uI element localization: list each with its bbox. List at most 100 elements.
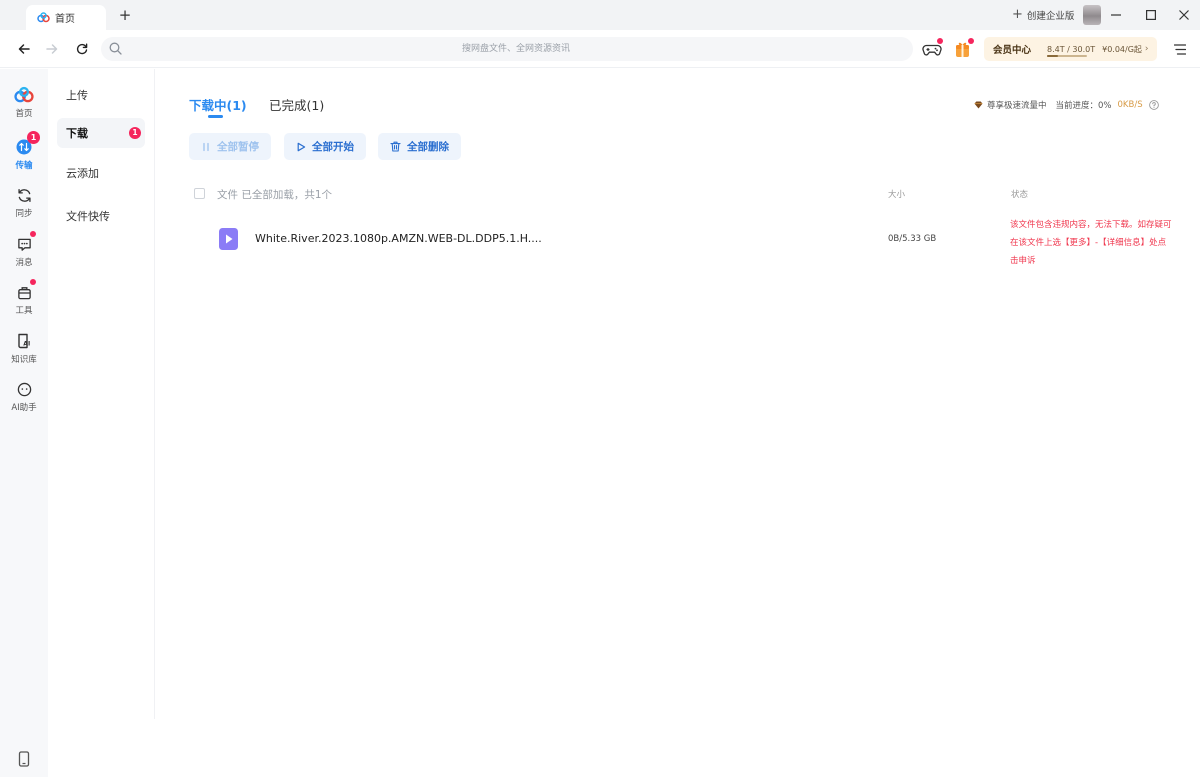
rail-item-home[interactable]: 首页	[0, 85, 48, 127]
search-icon	[109, 42, 122, 55]
vip-price: ¥0.04/G起	[1102, 44, 1142, 54]
notification-dot	[30, 231, 36, 237]
game-center-button[interactable]	[922, 38, 943, 59]
toolbox-icon	[14, 279, 36, 302]
sub-nav-download[interactable]: 下载 1	[57, 118, 145, 148]
baidu-cloud-logo-icon	[14, 85, 34, 105]
tab-downloading[interactable]: 下载中(1)	[189, 95, 247, 114]
tab-home[interactable]: 首页	[26, 5, 106, 30]
storage-usage: 8.4T / 30.0T	[1047, 44, 1096, 57]
tab-completed[interactable]: 已完成(1)	[269, 95, 324, 114]
search-input[interactable]	[131, 37, 901, 61]
arrow-left-icon	[18, 44, 30, 54]
knowledge-base-icon: AI	[14, 331, 34, 351]
pause-icon	[203, 142, 209, 151]
sync-icon	[14, 185, 34, 205]
delete-all-button[interactable]: 全部删除	[378, 133, 461, 160]
speed-info: 尊享极速流量中 当前进度：0% 0KB/S	[974, 99, 1159, 111]
rail-item-sync[interactable]: 同步	[0, 185, 48, 227]
file-name: White.River.2023.1080p.AMZN.WEB-DL.DDP5.…	[255, 232, 542, 245]
trash-icon	[390, 141, 401, 152]
rail-item-label: 消息	[15, 258, 33, 268]
video-file-icon	[219, 228, 238, 250]
file-size: 0B/5.33 GB	[888, 234, 937, 244]
create-enterprise-label: 创建企业版	[1026, 11, 1075, 22]
back-button[interactable]	[14, 39, 34, 59]
tab-label: 首页	[55, 14, 75, 25]
sub-nav-upload[interactable]: 上传	[57, 80, 145, 110]
rail-item-ai-assistant[interactable]: AI助手	[0, 379, 48, 421]
minimize-icon	[1111, 14, 1121, 16]
play-icon	[297, 142, 306, 151]
arrow-right-icon	[46, 44, 58, 54]
rail-item-transfer[interactable]: 1 传输	[0, 131, 48, 179]
download-badge: 1	[129, 127, 141, 139]
table-row[interactable]: White.River.2023.1080p.AMZN.WEB-DL.DDP5.…	[193, 216, 1173, 268]
help-icon[interactable]	[1148, 100, 1159, 110]
rail-item-messages[interactable]: 消息	[0, 231, 48, 276]
rail-item-label: AI助手	[11, 403, 37, 413]
diamond-icon	[974, 101, 983, 109]
vip-center-button[interactable]: 会员中心 8.4T / 30.0T ¥0.04/G起 ›	[984, 37, 1157, 61]
sub-nav-label: 下载	[66, 127, 88, 140]
ai-assistant-icon	[14, 379, 34, 399]
main-menu-button[interactable]	[1170, 39, 1190, 59]
download-speed: 0KB/S	[1117, 100, 1143, 110]
rail-item-tools[interactable]: 工具	[0, 279, 48, 324]
refresh-button[interactable]	[72, 39, 92, 59]
storage-bar	[1047, 54, 1088, 57]
rail-item-label: 首页	[15, 109, 33, 119]
svg-text:AI: AI	[23, 341, 30, 348]
transfer-badge: 1	[27, 131, 40, 144]
maximize-icon	[1146, 10, 1156, 20]
rail-item-label: 传输	[15, 161, 33, 171]
rail-item-label: 知识库	[11, 355, 37, 365]
vip-label: 会员中心	[993, 45, 1032, 56]
forward-button[interactable]	[42, 39, 62, 59]
storage-text: 8.4T / 30.0T	[1047, 44, 1096, 54]
phone-icon[interactable]	[17, 751, 31, 767]
select-all-checkbox[interactable]	[194, 188, 205, 199]
table-header: 文件 已全部加载，共1个 大小 状态	[193, 186, 1173, 202]
menu-icon	[1174, 43, 1186, 55]
close-button[interactable]	[1174, 5, 1194, 25]
sub-nav-cloud-add[interactable]: 云添加	[57, 158, 145, 188]
message-icon	[14, 231, 36, 254]
maximize-button[interactable]	[1141, 5, 1161, 25]
rail-item-label: 工具	[15, 306, 33, 316]
new-tab-button[interactable]: +	[117, 6, 133, 24]
chevron-right-icon: ›	[1144, 44, 1149, 54]
nav-bar: 会员中心 8.4T / 30.0T ¥0.04/G起 ›	[0, 30, 1200, 68]
file-status-error: 该文件包含违规内容，无法下载。如存疑可在该文件上选【更多】-【详细信息】处点击申…	[1010, 220, 1172, 266]
delete-all-label: 全部删除	[407, 141, 449, 153]
pause-all-button[interactable]: 全部暂停	[189, 133, 271, 160]
pause-all-label: 全部暂停	[217, 141, 259, 153]
minimize-button[interactable]	[1106, 5, 1126, 25]
transfer-icon: 1	[14, 131, 40, 157]
active-tab-indicator	[208, 115, 223, 118]
column-file: 文件 已全部加载，共1个	[217, 189, 333, 201]
plus-icon: +	[1012, 7, 1023, 22]
transfer-sub-nav: 上传 下载 1 云添加 文件快传	[48, 69, 155, 719]
start-all-label: 全部开始	[312, 141, 354, 153]
title-bar: 首页 + + 创建企业版	[0, 0, 1200, 30]
create-enterprise-button[interactable]: + 创建企业版	[1012, 7, 1074, 23]
column-status: 状态	[1011, 190, 1029, 200]
storage-bar-fill	[1047, 54, 1059, 57]
sub-nav-quick-transfer[interactable]: 文件快传	[57, 201, 145, 231]
progress-label: 当前进度：0%	[1055, 101, 1112, 111]
notification-dot	[30, 279, 36, 285]
column-size[interactable]: 大小	[888, 188, 905, 200]
search-bar[interactable]	[101, 37, 913, 61]
rail-item-label: 同步	[15, 209, 33, 219]
start-all-button[interactable]: 全部开始	[284, 133, 366, 160]
refresh-icon	[76, 43, 88, 55]
close-icon	[1179, 10, 1189, 20]
notification-dot	[937, 38, 943, 44]
gift-button[interactable]	[953, 38, 974, 59]
accel-label: 尊享极速流量中	[987, 101, 1047, 111]
notification-dot	[968, 38, 974, 44]
rail-item-knowledge[interactable]: AI 知识库	[0, 331, 48, 373]
avatar[interactable]	[1083, 5, 1101, 25]
main-panel: 下载中(1) 已完成(1) 尊享极速流量中 当前进度：0% 0KB/S 全部暂停…	[156, 69, 1200, 777]
